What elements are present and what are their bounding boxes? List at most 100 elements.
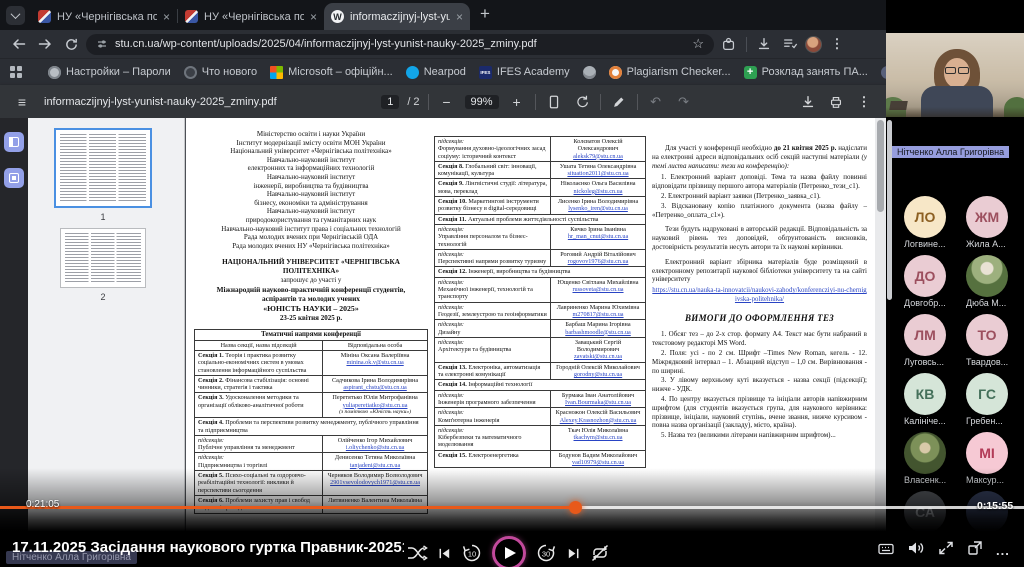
shuffle-icon[interactable] [406,545,428,561]
undo-icon[interactable]: ↶ [646,94,666,110]
tab-search-chevron-icon[interactable] [6,6,25,25]
profile-avatar[interactable] [805,36,822,53]
bookmark-item[interactable]: Что нового [184,66,257,79]
conference-table-row: Секція 11. Актуальні проблеми життєдіяль… [435,214,646,224]
zoom-out-icon[interactable]: − [437,94,457,110]
popout-icon[interactable] [967,540,983,561]
site-info-icon[interactable] [96,38,108,50]
redo-icon[interactable]: ↷ [674,94,694,110]
rotate-icon[interactable] [572,94,592,110]
new-tab-button[interactable]: + [480,4,490,24]
participant-avatar[interactable]: ЛМ [904,314,946,356]
page-number-input[interactable]: 1 [381,95,399,109]
participant-tile[interactable]: ТОТвардов... [960,314,1022,366]
participant-tile[interactable]: ГСГребен... [960,373,1022,425]
page-thumbnail-1[interactable] [56,130,150,206]
email-link[interactable]: aspirant_chstu@stu.cn.ua [343,384,406,391]
tab-close-icon[interactable]: × [456,12,463,22]
email-link[interactable]: tkachym@stu.cn.ua [574,434,623,441]
email-link[interactable]: barbashmoodle@stu.cn.ua [565,329,631,336]
email-link[interactable]: situation2011@stu.cn.ua [567,170,628,177]
repeat-off-icon[interactable] [590,544,610,562]
extensions-icon[interactable] [718,36,740,52]
email-link[interactable]: vad10979@stu.cn.ua [572,459,624,466]
participant-avatar[interactable]: ТО [966,314,1008,356]
panel-toggle-icon-1[interactable] [4,132,24,152]
pdf-download-icon[interactable] [798,94,818,110]
zoom-in-icon[interactable]: + [507,94,527,110]
browser-menu-icon[interactable]: ⋮ [826,36,848,52]
seek-bar[interactable] [0,506,1024,509]
email-link[interactable]: hr_man_cnut@stu.cn.ua [568,233,628,240]
email-link[interactable]: russoveta@stu.cn.ua [572,286,623,293]
bookmark-item[interactable]: Microsoft – офіційн... [270,66,393,79]
email-link[interactable]: nickoleg@stu.cn.ua [574,188,623,195]
tab-close-icon[interactable]: × [310,12,317,22]
bookmark-item[interactable]: Nearpod [406,66,466,79]
tab-close-icon[interactable]: × [163,12,170,22]
back-icon[interactable] [8,36,30,52]
participant-tile[interactable]: ЛОЛогвине... [898,196,960,248]
browser-tab-1[interactable]: НУ «Чернігівська політехніка» × [31,3,177,30]
pdf-more-icon[interactable]: ⋮ [854,94,874,110]
annotate-pen-icon[interactable] [609,94,629,110]
forward-icon[interactable] [34,36,56,52]
email-link[interactable]: i.oliychenko@stu.cn.ua [346,444,404,451]
apps-grid-icon[interactable] [10,66,22,78]
email-link[interactable]: Ivan.Bourmaka@stu.cn.ua [565,399,631,406]
volume-icon[interactable] [907,540,925,561]
email-link[interactable]: m270817@stu.cn.ua [572,311,623,318]
repository-link[interactable]: https://stu.cn.ua/nauka-ta-innovatcii/na… [652,287,867,304]
fullscreen-icon[interactable] [938,540,954,561]
participant-tile[interactable]: Дюба М... [960,255,1022,307]
participant-name: Дюба М... [966,298,1022,308]
presenter-video[interactable] [886,33,1024,117]
email-link[interactable]: minina.ok.v@stu.cn.ua [346,359,403,366]
reading-list-icon[interactable] [779,36,801,52]
email-link[interactable]: aleksk79@stu.cn.ua [573,153,623,160]
email-link[interactable]: gorodny@stu.cn.ua [574,371,622,378]
bookmark-item[interactable]: Настройки – Пароли [48,66,171,79]
browser-tab-2[interactable]: НУ «Чернігівська політехніка» × [178,3,324,30]
downloads-icon[interactable] [753,36,775,52]
participant-avatar[interactable]: ЛО [904,196,946,238]
play-button[interactable] [492,536,526,567]
panel-scrollbar[interactable] [887,120,892,300]
participant-tile[interactable]: ДОДовгобр... [898,255,960,307]
participant-avatar[interactable]: КВ [904,373,946,415]
participant-avatar[interactable]: ДО [904,255,946,297]
print-icon[interactable] [826,94,846,110]
email-link[interactable]: yuliaperetiatko@stu.cn.ua [343,402,408,409]
participant-tile[interactable]: ЛМЛуговсь... [898,314,960,366]
email-link[interactable]: lysenko_iren@stu.cn.ua [568,205,628,212]
email-link[interactable]: rogovov1976@stu.cn.ua [568,258,629,265]
panel-toggle-icon-2[interactable] [4,168,24,188]
participant-avatar[interactable]: ЖМ [966,196,1008,238]
bookmark-item[interactable]: Plagiarism Checker... [609,66,731,79]
bookmark-item[interactable] [583,66,596,79]
conference-table-row: Секція 15. ЕлектроенергетикаБодунов Вади… [435,450,646,468]
reload-icon[interactable] [60,37,82,52]
page-thumbnail-2[interactable] [60,228,146,288]
scrollbar-thumb[interactable] [877,120,884,212]
email-link[interactable]: Alexey.Krasnozhon@stu.cn.ua [560,417,637,424]
keyboard-icon[interactable] [878,542,894,560]
forward-30-icon[interactable]: 30 [535,542,557,564]
participant-tile[interactable]: КВКалініче... [898,373,960,425]
more-options-icon[interactable]: ... [996,543,1010,558]
rewind-10-icon[interactable]: 10 [461,542,483,564]
email-link[interactable]: zavatski@stu.cn.ua [574,353,622,360]
browser-tab-active-pdf[interactable]: W informaczijnyj-lyst-yunist-nauk × [324,3,470,30]
pdf-menu-icon[interactable]: ≡ [12,94,32,110]
previous-track-icon[interactable] [437,546,452,561]
address-bar[interactable]: stu.cn.ua/wp-content/uploads/2025/04/inf… [86,34,714,55]
zoom-level[interactable]: 99% [465,95,499,109]
fit-page-icon[interactable] [544,94,564,110]
bookmark-item[interactable]: IFESIFES Academy [479,66,570,79]
participant-avatar[interactable]: ГС [966,373,1008,415]
participant-tile[interactable]: ЖМЖила А... [960,196,1022,248]
bookmark-star-icon[interactable]: ☆ [692,36,704,52]
next-track-icon[interactable] [566,546,581,561]
participant-avatar[interactable] [966,255,1008,297]
bookmark-item[interactable]: +Розклад занять ПА... [744,66,868,79]
